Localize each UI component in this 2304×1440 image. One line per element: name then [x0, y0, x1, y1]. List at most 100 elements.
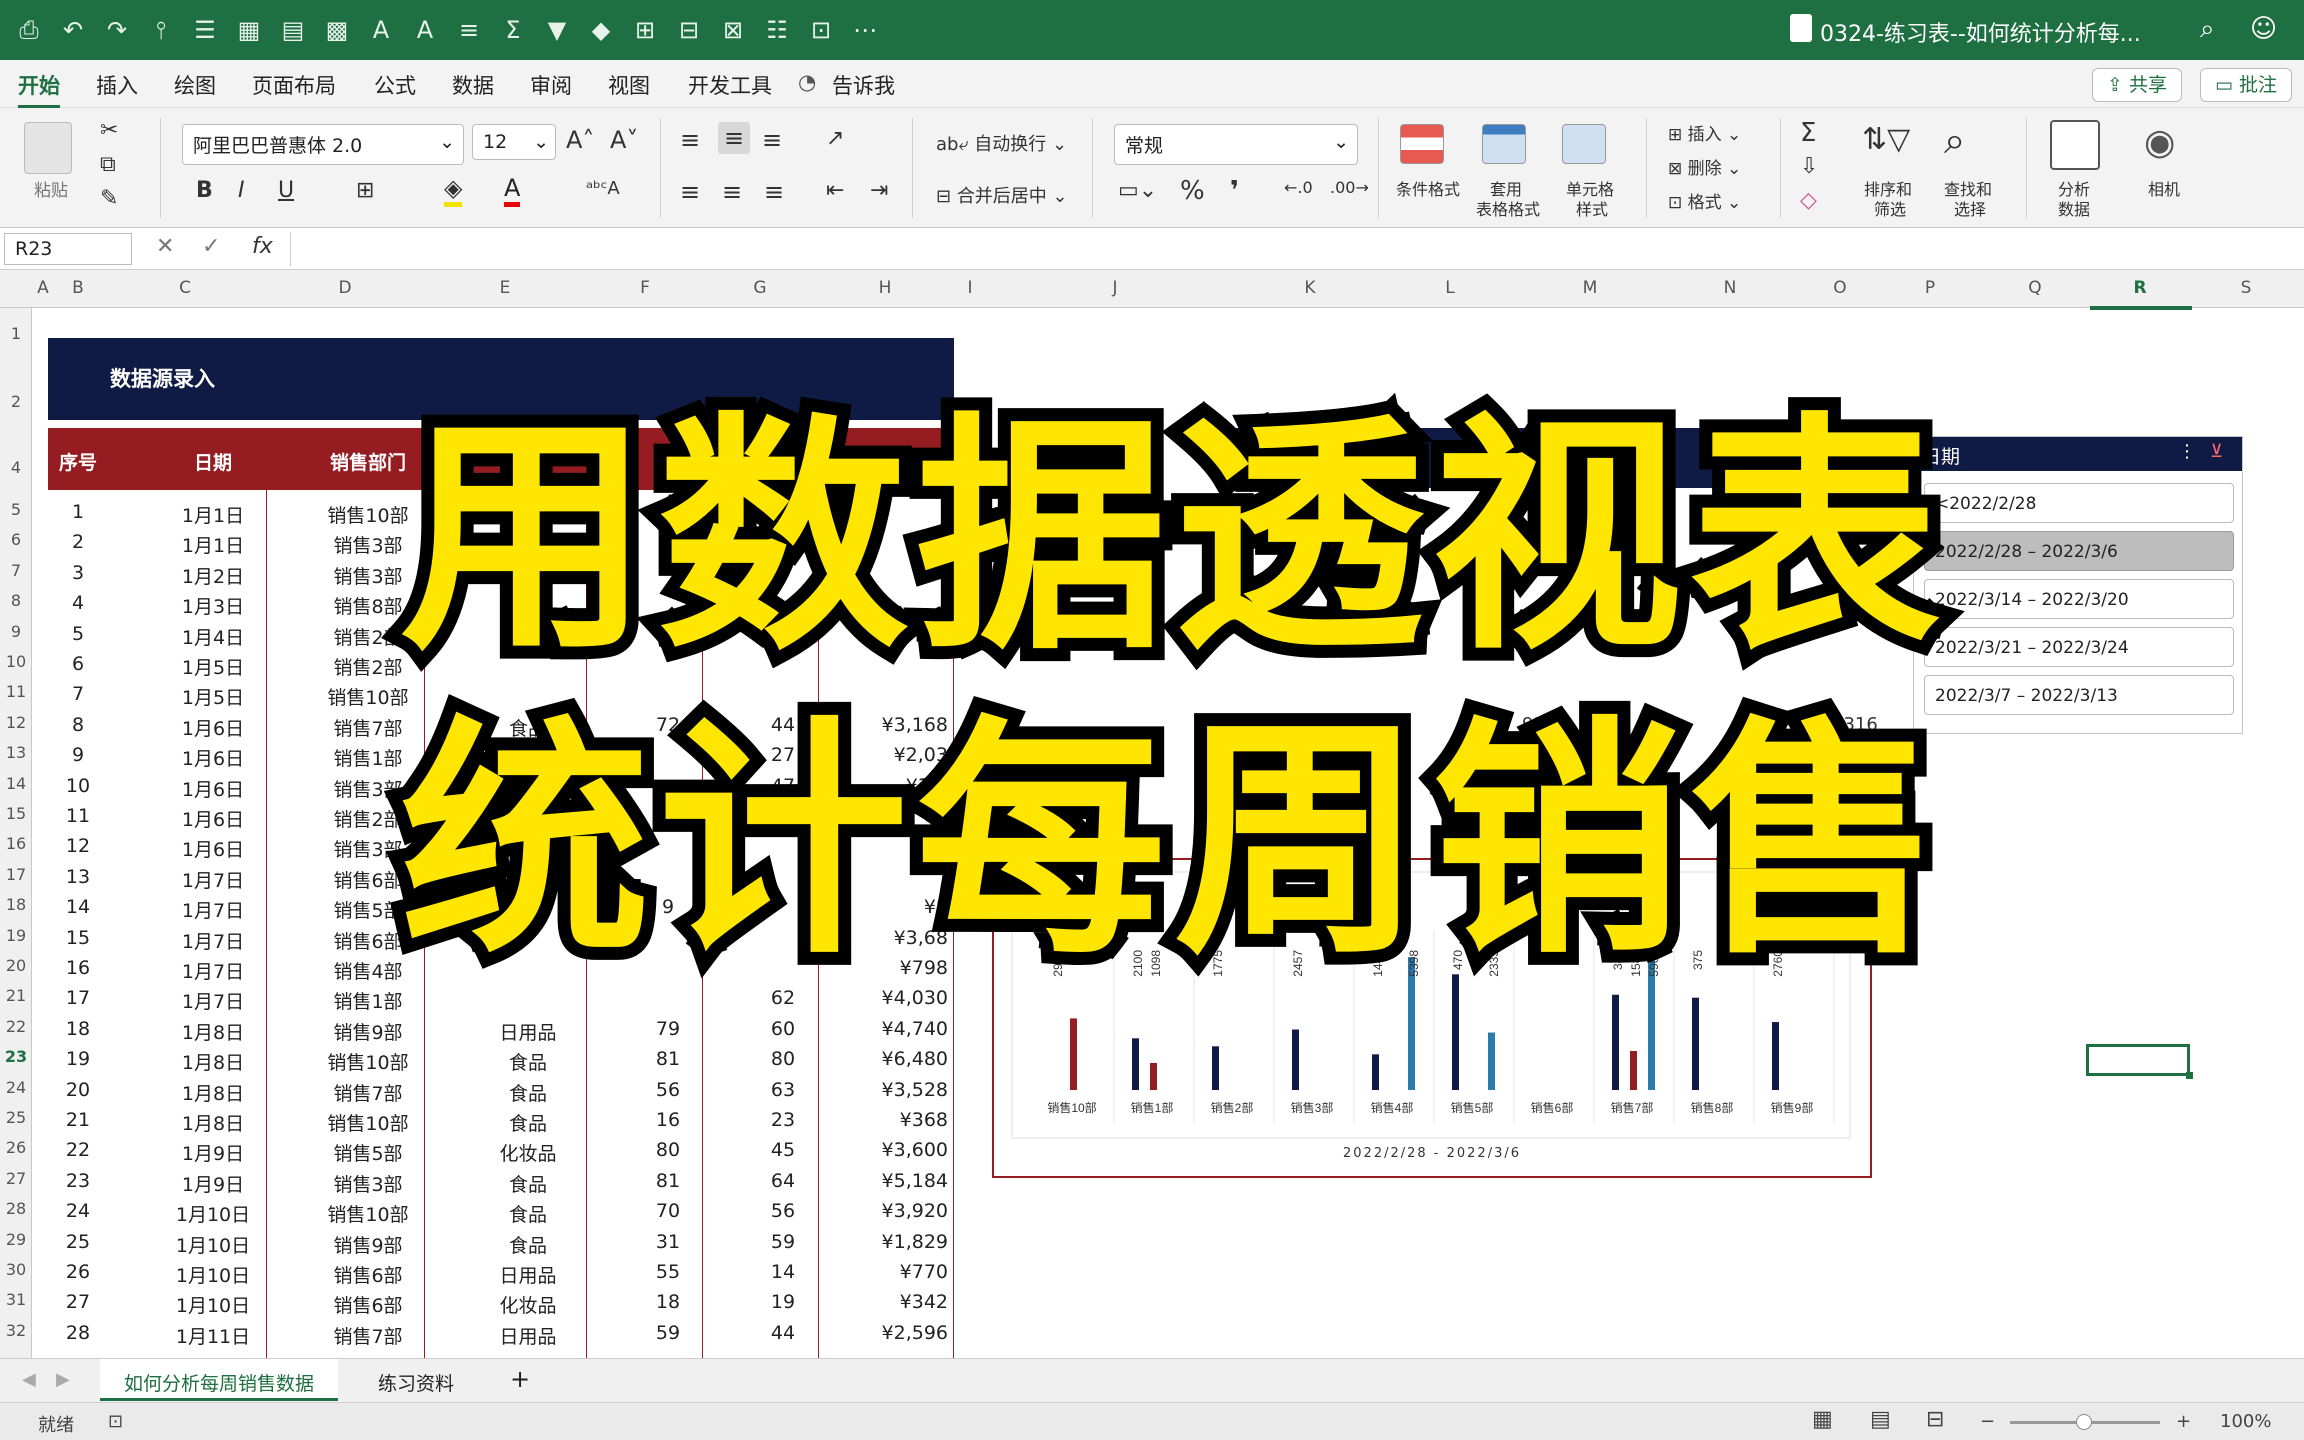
chart-bar[interactable] — [1150, 1062, 1157, 1090]
macro-record-icon[interactable]: ⊡ — [108, 1411, 123, 1432]
number-format-select[interactable]: 常规 ⌄ — [1114, 124, 1358, 165]
align-top-icon[interactable]: ≡ — [680, 126, 700, 154]
table-cell[interactable]: ¥3,168 — [818, 714, 948, 736]
table-cell[interactable]: ¥368 — [818, 1109, 948, 1131]
indent-decrease-icon[interactable]: ⇤ — [826, 178, 844, 203]
active-cell-r23[interactable] — [2086, 1044, 2193, 1079]
align-bottom-icon[interactable]: ≡ — [762, 126, 782, 154]
font-grow-icon[interactable]: A˄ — [566, 126, 594, 154]
table-cell[interactable]: 16 — [608, 1109, 728, 1131]
table-cell[interactable]: 日用品 — [448, 1261, 608, 1288]
col-o[interactable]: O — [1800, 278, 1880, 298]
tab-page-layout[interactable]: 页面布局 — [252, 70, 336, 100]
table-cell[interactable]: 销售5部 — [288, 896, 448, 923]
share-button[interactable]: ⇪ 共享 — [2092, 68, 2182, 102]
table-format-icon[interactable] — [1482, 124, 1526, 164]
sum-icon[interactable]: Σ — [498, 15, 528, 45]
table-cell[interactable]: 销售1部 — [288, 744, 448, 771]
clear-icon[interactable]: ◇ — [1800, 188, 1817, 213]
row-1[interactable]: 1 — [0, 324, 32, 343]
autosum-icon[interactable]: Σ — [1800, 118, 1816, 148]
table-cell[interactable]: 1月6日 — [148, 775, 278, 802]
table-cell[interactable]: 1月8日 — [148, 1109, 278, 1136]
table-cell[interactable]: 17 — [48, 987, 108, 1009]
table-cell[interactable]: 1月6日 — [148, 835, 278, 862]
row-7[interactable]: 7 — [0, 561, 32, 580]
sort-filter-icon[interactable]: ⇅▽ — [1862, 122, 1910, 157]
table-cell[interactable]: 1月2日 — [148, 562, 278, 589]
copy-icon[interactable]: ⧉ — [100, 152, 116, 177]
table-cell[interactable]: 销售1部 — [288, 987, 448, 1014]
table-cell[interactable]: 79 — [608, 1018, 728, 1040]
increase-decimal-icon[interactable]: ←.0 — [1284, 178, 1313, 197]
table-cell[interactable]: 7 — [48, 683, 108, 705]
table-cell[interactable]: 销售3部 — [288, 562, 448, 589]
table-cell[interactable]: ¥5,184 — [818, 1170, 948, 1192]
font-shrink-icon[interactable]: A — [410, 15, 440, 45]
col-q[interactable]: Q — [1990, 278, 2080, 298]
table-cell[interactable]: 1月7日 — [148, 957, 278, 984]
col-c[interactable]: C — [120, 278, 250, 298]
table-cell[interactable]: 1月10日 — [148, 1231, 278, 1258]
table-cell[interactable]: 1月8日 — [148, 1048, 278, 1075]
col-d[interactable]: D — [270, 278, 420, 298]
row-11[interactable]: 11 — [0, 682, 32, 701]
align-middle-icon[interactable]: ≡ — [718, 122, 751, 154]
row-25[interactable]: 25 — [0, 1108, 32, 1127]
tab-data[interactable]: 数据 — [452, 70, 494, 100]
row-2[interactable]: 2 — [0, 392, 32, 411]
col-j[interactable]: J — [990, 278, 1240, 298]
table-cell[interactable]: 23 — [48, 1170, 108, 1192]
table-cell[interactable]: 1月3日 — [148, 592, 278, 619]
table-cell[interactable]: ¥2,596 — [818, 1322, 948, 1344]
fill-icon[interactable]: ⇩ — [1800, 154, 1818, 179]
table-cell[interactable]: 81 — [608, 1170, 728, 1192]
row-24[interactable]: 24 — [0, 1078, 32, 1097]
slicer-item[interactable]: <2022/2/28 — [1924, 483, 2234, 523]
table-cell[interactable]: 销售6部 — [288, 927, 448, 954]
table-cell[interactable]: ¥1,829 — [818, 1231, 948, 1253]
align-left-icon[interactable]: ≡ — [680, 178, 700, 206]
chart-bar[interactable] — [1372, 1054, 1379, 1090]
table-cell[interactable]: 1月7日 — [148, 866, 278, 893]
font-grow-icon[interactable]: A — [366, 15, 396, 45]
redo-icon[interactable]: ↷ — [102, 15, 132, 45]
chart-bar[interactable] — [1692, 997, 1699, 1090]
sheet-grid[interactable]: 数据源录入 序号 日期 销售部门 数 金额 1 1月1日 销售10部 2 1月1日 销售3… — [32, 308, 2304, 1358]
row-21[interactable]: 21 — [0, 986, 32, 1005]
table-cell[interactable]: 食品 — [448, 1200, 608, 1227]
row-23[interactable]: 23 — [0, 1047, 32, 1066]
table-icon[interactable]: ▤ — [278, 15, 308, 45]
decrease-decimal-icon[interactable]: .00→ — [1330, 178, 1369, 197]
table-cell[interactable]: 13 — [48, 866, 108, 888]
table-cell[interactable]: 食品 — [448, 714, 608, 741]
table-cell[interactable]: 销售3部 — [288, 531, 448, 558]
table-cell[interactable]: 56 — [608, 1079, 728, 1101]
table-cell[interactable]: 12 — [48, 835, 108, 857]
chart-bar[interactable] — [1070, 1018, 1077, 1090]
table-cell[interactable]: ¥4,030 — [818, 987, 948, 1009]
table-cell[interactable]: 81 — [608, 1048, 728, 1070]
chart-bar[interactable] — [1212, 1046, 1219, 1090]
search-icon[interactable]: ⌕ — [2200, 14, 2215, 45]
wrap-text-button[interactable]: ab⤶ 自动换行 ⌄ — [936, 130, 1067, 156]
table-cell[interactable]: 销售6部 — [288, 1261, 448, 1288]
cancel-icon[interactable]: ✕ — [156, 234, 174, 259]
table-cell[interactable]: ¥3,600 — [818, 1139, 948, 1161]
slicer-item-selected[interactable]: 2022/2/28 – 2022/3/6 — [1924, 531, 2234, 571]
paste-icon[interactable] — [24, 122, 72, 174]
table-cell[interactable]: 9 — [48, 744, 108, 766]
table-cell[interactable]: 26 — [48, 1261, 108, 1283]
table-cell[interactable]: ¥2,03 — [818, 744, 948, 766]
sheet-tab-weekly-sales[interactable]: 如何分析每周销售数据 — [100, 1359, 339, 1401]
table-cell[interactable]: 1月5日 — [148, 653, 278, 680]
table-cell[interactable]: ¥342 — [818, 1291, 948, 1313]
row-22[interactable]: 22 — [0, 1017, 32, 1036]
table-cell[interactable]: 10 — [48, 775, 108, 797]
table-cell[interactable]: 食品 — [448, 1231, 608, 1258]
col-f[interactable]: F — [590, 278, 700, 298]
add-sheet-button[interactable]: + — [486, 1359, 554, 1401]
table-cell[interactable]: 销售5部 — [288, 1139, 448, 1166]
table-cell[interactable]: ¥4,740 — [818, 1018, 948, 1040]
font-size-select[interactable]: 12 ⌄ — [472, 124, 556, 160]
